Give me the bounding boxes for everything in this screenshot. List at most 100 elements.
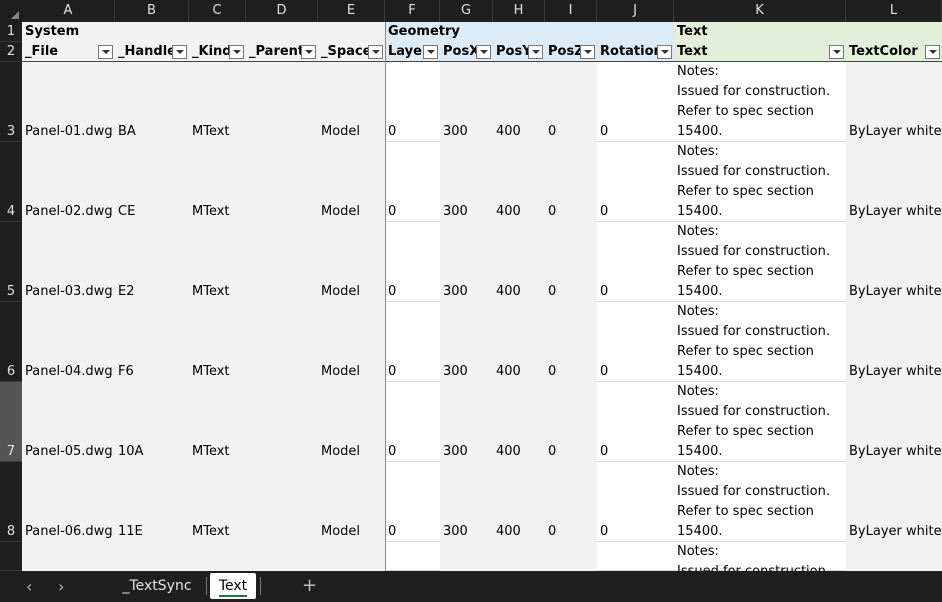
cell-rotation: 0 [600, 524, 609, 539]
column-header-d[interactable]: D [246, 0, 318, 22]
column-header-l[interactable]: L [846, 0, 942, 22]
filter-dropdown-icon[interactable] [476, 45, 491, 59]
column-header-j[interactable]: J [597, 0, 674, 22]
column-header-i[interactable]: I [545, 0, 597, 22]
group-header-cell [846, 22, 942, 42]
cell-kind: MText [192, 444, 230, 459]
cell-file: Panel-06.dwg [25, 524, 113, 539]
row-number: 5 [6, 284, 16, 299]
row-header[interactable]: 1 [0, 22, 22, 42]
table-cell[interactable] [246, 462, 318, 542]
cell-color: ByLayer white [849, 524, 942, 539]
next-sheet-icon[interactable]: › [58, 577, 64, 596]
spreadsheet-grid[interactable]: A B C D E F G H I J K L 1 2 3 4 5 6 7 8 System Geometry Text _F… [0, 0, 942, 571]
filter-dropdown-icon[interactable] [172, 45, 187, 59]
table-cell[interactable] [493, 542, 545, 571]
table-cell[interactable] [22, 542, 115, 571]
group-header-cell [246, 22, 318, 42]
row-header[interactable]: 5 [0, 222, 22, 302]
cell-color: ByLayer white [849, 284, 942, 299]
row-number: 6 [6, 364, 16, 379]
cell-text-line: 15400. [677, 364, 723, 379]
table-cell[interactable] [246, 222, 318, 302]
table-divider [385, 22, 386, 571]
cell-posz: 0 [548, 284, 557, 299]
add-sheet-icon[interactable]: + [302, 575, 317, 596]
column-header-h[interactable]: H [493, 0, 545, 22]
cell-layer: 0 [388, 364, 397, 379]
cell-handle: 11E [118, 524, 143, 539]
filter-dropdown-icon[interactable] [423, 45, 438, 59]
tab-separator [260, 577, 261, 595]
cell-posy: 400 [496, 284, 521, 299]
cell-posx: 300 [443, 444, 468, 459]
cell-handle: BA [118, 124, 136, 139]
row-header[interactable]: 2 [0, 42, 22, 62]
column-header-g[interactable]: G [440, 0, 493, 22]
cell-file: Panel-02.dwg [25, 204, 113, 219]
filter-dropdown-icon[interactable] [528, 45, 543, 59]
table-cell[interactable] [597, 542, 674, 571]
cell-posz: 0 [548, 364, 557, 379]
filter-dropdown-icon[interactable] [98, 45, 113, 59]
group-label-system: System [25, 24, 80, 39]
table-cell[interactable] [189, 542, 246, 571]
table-cell[interactable] [246, 62, 318, 142]
cell-kind: MText [192, 124, 230, 139]
cell-text-line: Issued for construction. [674, 562, 846, 571]
cell-space: Model [321, 124, 361, 139]
cell-posx: 300 [443, 204, 468, 219]
table-cell[interactable] [246, 142, 318, 222]
column-header-c[interactable]: C [189, 0, 246, 22]
cell-file: Panel-05.dwg [25, 444, 113, 459]
filter-dropdown-icon[interactable] [229, 45, 244, 59]
filter-dropdown-icon[interactable] [301, 45, 316, 59]
table-cell[interactable] [246, 542, 318, 571]
table-cell[interactable] [385, 542, 440, 571]
cell-color: ByLayer white [849, 444, 942, 459]
filter-dropdown-icon[interactable] [580, 45, 595, 59]
filter-dropdown-icon[interactable] [368, 45, 383, 59]
row-header[interactable]: 6 [0, 302, 22, 382]
prev-sheet-icon[interactable]: ‹ [26, 577, 32, 596]
table-cell[interactable] [440, 542, 493, 571]
table-cell[interactable] [318, 542, 385, 571]
column-header-b[interactable]: B [115, 0, 189, 22]
filter-dropdown-icon[interactable] [925, 45, 940, 59]
group-header-cell [545, 22, 597, 42]
cell-text-line: 15400. [677, 204, 723, 219]
tab-text[interactable]: Text [210, 573, 256, 599]
tab-textsync[interactable]: _TextSync [112, 573, 202, 599]
row-header[interactable] [0, 542, 22, 571]
table-cell[interactable] [246, 302, 318, 382]
select-all-corner[interactable] [0, 0, 22, 22]
cell-rotation: 0 [600, 124, 609, 139]
row-header[interactable]: 4 [0, 142, 22, 222]
row-header[interactable]: 3 [0, 62, 22, 142]
cell-kind: MText [192, 524, 230, 539]
row-number: 8 [6, 524, 16, 539]
cell-color: ByLayer white [849, 204, 942, 219]
cell-posy: 400 [496, 524, 521, 539]
cell-file: Panel-04.dwg [25, 364, 113, 379]
table-cell[interactable] [115, 542, 189, 571]
row-header[interactable]: 7 [0, 382, 22, 462]
filter-dropdown-icon[interactable] [829, 45, 844, 59]
column-header-f[interactable]: F [385, 0, 440, 22]
column-header-e[interactable]: E [318, 0, 385, 22]
cell-space: Model [321, 284, 361, 299]
cell-text-line: Issued for construction. [677, 324, 830, 339]
column-header-a[interactable]: A [22, 0, 115, 22]
cell-space: Model [321, 204, 361, 219]
cell-posx: 300 [443, 124, 468, 139]
cell-posz: 0 [548, 124, 557, 139]
table-cell[interactable] [846, 542, 942, 571]
cell-text-line: 15400. [677, 524, 723, 539]
group-label-text: Text [677, 24, 708, 39]
table-cell[interactable] [545, 542, 597, 571]
column-header-k[interactable]: K [674, 0, 846, 22]
row-header[interactable]: 8 [0, 462, 22, 542]
table-cell[interactable] [246, 382, 318, 462]
filter-dropdown-icon[interactable] [657, 45, 672, 59]
cell-text-line: Refer to spec section [677, 424, 814, 439]
